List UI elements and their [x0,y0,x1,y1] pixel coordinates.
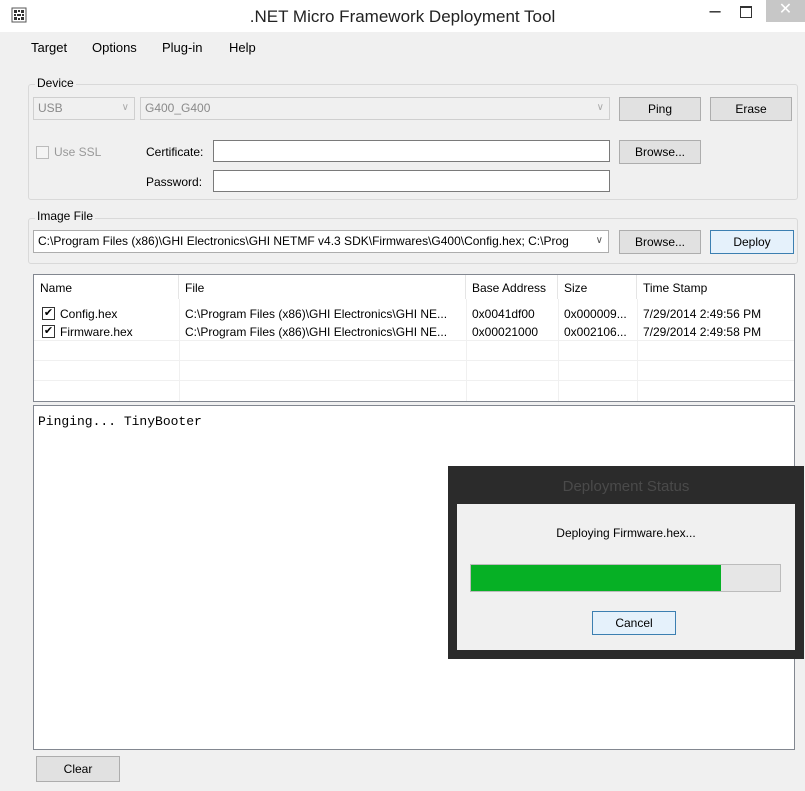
transport-select[interactable]: USB ∨ [33,97,135,120]
row-checkbox[interactable]: ✔ [42,307,55,320]
device-select[interactable]: G400_G400 ∨ [140,97,610,120]
table-row[interactable]: ✔ Config.hex C:\Program Files (x86)\GHI … [34,304,794,324]
ping-button[interactable]: Ping [619,97,701,121]
row-base-address: 0x00021000 [472,325,539,339]
cancel-button[interactable]: Cancel [592,611,676,635]
column-header-size[interactable]: Size [558,275,637,299]
dialog-body: Deploying Firmware.hex... Cancel [457,504,795,650]
row-size: 0x000009... [564,307,627,321]
file-list[interactable]: Name File Base Address Size Time Stamp ✔… [33,274,795,402]
row-name: Config.hex [60,307,118,321]
deploy-button[interactable]: Deploy [710,230,794,254]
certificate-input[interactable] [213,140,610,162]
image-file-path: C:\Program Files (x86)\GHI Electronics\G… [38,234,569,248]
deployment-message: Deploying Firmware.hex... [556,526,696,540]
maximize-button[interactable] [733,2,759,24]
image-file-select[interactable]: C:\Program Files (x86)\GHI Electronics\G… [33,230,609,253]
column-header-time-stamp[interactable]: Time Stamp [637,275,794,299]
title-bar: .NET Micro Framework Deployment Tool – ✕ [0,0,805,32]
progress-fill [471,565,722,591]
dialog-title: Deployment Status [562,478,690,495]
menu-bar: Target Options Plug-in Help [0,32,805,62]
checkmark-icon: ✔ [43,325,54,337]
menu-plug-in[interactable]: Plug-in [162,40,202,55]
transport-value: USB [38,101,63,115]
chevron-down-icon: ∨ [121,102,129,113]
erase-button[interactable]: Erase [710,97,792,121]
password-input[interactable] [213,170,610,192]
grid-line [34,380,794,381]
chevron-down-icon: ∨ [596,102,604,113]
checkmark-icon: ✔ [43,307,54,319]
menu-options[interactable]: Options [92,40,137,55]
menu-help[interactable]: Help [229,40,256,55]
password-label: Password: [146,175,203,189]
use-ssl-label: Use SSL [54,145,102,159]
column-header-file[interactable]: File [179,275,466,299]
deployment-progress-bar [470,564,781,592]
row-time-stamp: 7/29/2014 2:49:56 PM [643,307,762,321]
column-header-base-address[interactable]: Base Address [466,275,558,299]
table-row[interactable]: ✔ Firmware.hex C:\Program Files (x86)\GH… [34,322,794,342]
row-base-address: 0x0041df00 [472,307,535,321]
chevron-down-icon: ∨ [592,235,603,246]
clear-button[interactable]: Clear [36,756,120,782]
row-size: 0x002106... [564,325,627,339]
row-time-stamp: 7/29/2014 2:49:58 PM [643,325,762,339]
device-value: G400_G400 [145,101,211,115]
close-button[interactable]: ✕ [766,0,805,22]
window-title: .NET Micro Framework Deployment Tool [249,7,556,26]
grid-line [34,360,794,361]
minimize-button[interactable]: – [702,1,728,24]
certificate-browse-button[interactable]: Browse... [619,140,701,164]
image-file-group-label: Image File [35,209,96,223]
image-browse-button[interactable]: Browse... [619,230,701,254]
column-header-name[interactable]: Name [34,275,179,299]
device-group-label: Device [35,76,76,90]
row-file: C:\Program Files (x86)\GHI Electronics\G… [185,325,448,339]
deployment-status-dialog: Deployment Status Deploying Firmware.hex… [448,466,804,659]
row-file: C:\Program Files (x86)\GHI Electronics\G… [185,307,448,321]
certificate-label: Certificate: [146,145,204,159]
row-checkbox[interactable]: ✔ [42,325,55,338]
output-text: Pinging... TinyBooter [38,414,202,429]
row-name: Firmware.hex [60,325,133,339]
use-ssl-checkbox[interactable] [36,146,49,159]
menu-target[interactable]: Target [31,40,67,55]
maximize-icon [740,6,752,18]
